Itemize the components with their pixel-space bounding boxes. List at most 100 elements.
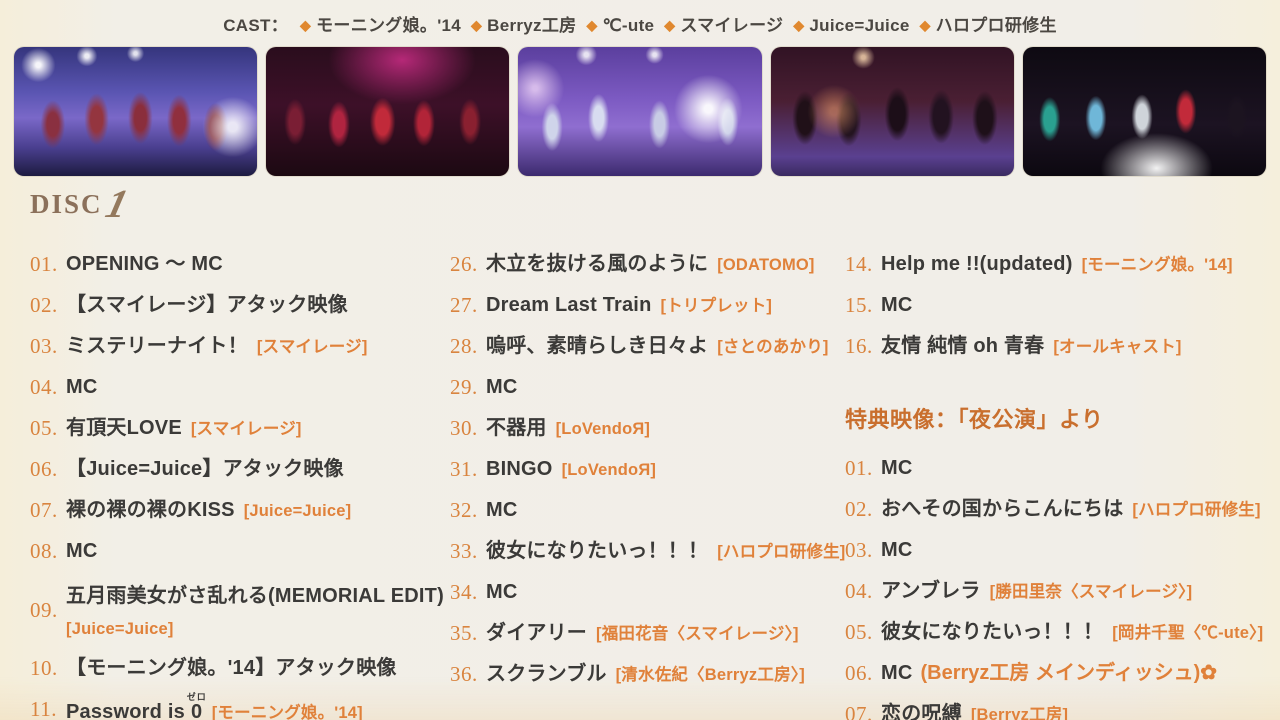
track-title: 木立を抜ける風のように	[486, 253, 708, 275]
track-row: 29.MC	[450, 367, 846, 408]
track-text: MC	[881, 455, 913, 483]
cast-line: CAST：◆モーニング娘。'14◆Berryz工房◆℃-ute◆スマイレージ◆J…	[0, 11, 1280, 36]
track-text: おへその国からこんにちは [ハロプロ研修生]	[881, 496, 1261, 524]
track-text: 恋の呪縛 [Berryz工房]	[881, 701, 1068, 720]
artist-tag: [モーニング娘。'14]	[212, 704, 363, 720]
concert-photo-3	[518, 47, 761, 176]
track-text: 五月雨美女がさ乱れる(MEMORIAL EDIT) [Juice=Juice]	[66, 583, 444, 638]
tracklist-column-3: 14.Help me !!(updated)[モーニング娘。'14]15.MC1…	[845, 244, 1277, 720]
track-row: 04.MC	[30, 367, 444, 408]
track-text: ミステリーナイト！ [スマイレージ]	[66, 333, 368, 361]
artist-tag: [LoVendoЯ]	[556, 420, 651, 438]
track-number: 06.	[845, 661, 881, 686]
bonus-section-header: 特典映像：「夜公演」より	[845, 397, 1277, 438]
track-text: ダイアリー[福田花音〈スマイレージ〉]	[486, 620, 799, 648]
track-number: 15.	[845, 293, 881, 318]
track-text: MC	[486, 374, 518, 402]
track-title: MC	[881, 539, 913, 561]
track-text: アンブレラ[勝田里奈〈スマイレージ〉]	[881, 578, 1192, 606]
track-row: 03.ミステリーナイト！[スマイレージ]	[30, 326, 444, 367]
track-text: 不器用 [LoVendoЯ]	[486, 415, 650, 443]
track-text: MC	[66, 374, 98, 402]
concert-photo-2	[266, 47, 509, 176]
cast-group-name: Juice=Juice	[809, 16, 909, 35]
cast-group-name: Berryz工房	[487, 16, 576, 35]
track-row: 35.ダイアリー[福田花音〈スマイレージ〉]	[450, 613, 846, 654]
track-text: 彼女になりたいっ！！！[岡井千聖〈℃-ute〉]	[881, 619, 1263, 647]
artist-tag: [福田花音〈スマイレージ〉]	[596, 625, 799, 643]
artist-tag: [スマイレージ]	[257, 338, 368, 356]
artist-tag: [岡井千聖〈℃-ute〉]	[1112, 624, 1263, 642]
track-row: 05.彼女になりたいっ！！！[岡井千聖〈℃-ute〉]	[845, 612, 1277, 653]
track-title: ミステリーナイト！	[66, 335, 248, 357]
disc-header: DISC1	[30, 184, 127, 224]
track-title: 【スマイレージ】アタック映像	[66, 294, 348, 316]
track-row: 06.MC(Berryz工房 メインディッシュ)✿	[845, 653, 1277, 694]
cast-label: CAST：	[223, 16, 288, 35]
track-number: 07.	[845, 702, 881, 720]
track-text: 【モーニング娘。'14】アタック映像	[66, 655, 397, 683]
track-row: 16.友情 純情 oh 青春[オールキャスト]	[845, 326, 1277, 367]
track-title: MC	[486, 376, 518, 398]
track-title: MC	[881, 294, 913, 316]
artist-tag: [Juice=Juice]	[244, 502, 352, 520]
track-text: Dream Last Train[トリプレット]	[486, 292, 772, 320]
track-row: 28.嗚呼、素晴らしき日々よ[さとのあかり]	[450, 326, 846, 367]
track-number: 09.	[30, 598, 66, 623]
track-number: 01.	[30, 252, 66, 277]
track-title: 【Juice=Juice】アタック映像	[66, 458, 344, 480]
track-row: 02.【スマイレージ】アタック映像	[30, 285, 444, 326]
track-number: 26.	[450, 252, 486, 277]
track-title: 五月雨美女がさ乱れる(MEMORIAL EDIT)	[66, 585, 444, 607]
track-title: MC	[881, 457, 913, 479]
track-row: 07.裸の裸の裸のKISS[Juice=Juice]	[30, 490, 444, 531]
track-title: おへその国からこんにちは	[881, 498, 1123, 520]
track-text: 嗚呼、素晴らしき日々よ[さとのあかり]	[486, 333, 829, 361]
track-text: Password is 0ゼロ[モーニング娘。'14]	[66, 692, 363, 720]
track-row: 33.彼女になりたいっ！！！[ハロプロ研修生]	[450, 531, 846, 572]
track-row: 01.OPENING ～ MC	[30, 244, 444, 285]
track-number: 28.	[450, 334, 486, 359]
track-text: 裸の裸の裸のKISS[Juice=Juice]	[66, 497, 351, 525]
track-title: 彼女になりたいっ！！！	[486, 540, 708, 562]
track-title: 有頂天LOVE	[66, 417, 182, 439]
track-title: スクランブル	[486, 663, 607, 685]
track-row: 01.MC	[845, 448, 1277, 489]
track-row: 31.BINGO[LoVendoЯ]	[450, 449, 846, 490]
track-text: 木立を抜ける風のように [ODATOMO]	[486, 251, 815, 279]
track-title: 友情 純情 oh 青春	[881, 335, 1044, 357]
artist-tag: [ODATOMO]	[717, 256, 814, 274]
track-row: 07.恋の呪縛 [Berryz工房]	[845, 694, 1277, 720]
artist-tag: [Berryz工房]	[971, 706, 1068, 720]
track-row: 36.スクランブル[清水佐紀〈Berryz工房〉]	[450, 654, 846, 695]
cast-group-name: モーニング娘。'14	[316, 16, 461, 35]
track-number: 14.	[845, 252, 881, 277]
artist-tag: [スマイレージ]	[191, 420, 302, 438]
track-text: 友情 純情 oh 青春[オールキャスト]	[881, 333, 1182, 361]
track-number: 06.	[30, 457, 66, 482]
track-row: 05.有頂天LOVE [スマイレージ]	[30, 408, 444, 449]
track-text: 有頂天LOVE [スマイレージ]	[66, 415, 302, 443]
track-row: 30.不器用[LoVendoЯ]	[450, 408, 846, 449]
track-number: 33.	[450, 539, 486, 564]
track-row: 15.MC	[845, 285, 1277, 326]
artist-tag: [Juice=Juice]	[66, 620, 444, 638]
track-title: MC	[486, 581, 518, 603]
track-text: MC	[881, 292, 913, 320]
tracklist-column-1: 01.OPENING ～ MC02.【スマイレージ】アタック映像03.ミステリー…	[30, 244, 444, 720]
track-text: MC(Berryz工房 メインディッシュ)✿	[881, 660, 1217, 688]
artist-tag: [さとのあかり]	[717, 338, 828, 356]
concert-photo-5	[1023, 47, 1266, 176]
track-title: MC	[881, 662, 913, 684]
diamond-icon: ◆	[300, 17, 311, 33]
cast-groups: ◆モーニング娘。'14◆Berryz工房◆℃-ute◆スマイレージ◆Juice=…	[290, 16, 1057, 35]
track-number: 05.	[30, 416, 66, 441]
track-text: 【Juice=Juice】アタック映像	[66, 456, 344, 484]
disc-word: DISC	[30, 189, 103, 219]
artist-tag: [ハロプロ研修生]	[1132, 501, 1260, 519]
cast-group-name: ℃-ute	[603, 16, 655, 35]
track-title: 恋の呪縛	[881, 703, 962, 720]
track-title: 不器用	[486, 417, 547, 439]
track-text: MC	[486, 579, 518, 607]
cast-group-name: ハロプロ研修生	[936, 16, 1057, 35]
